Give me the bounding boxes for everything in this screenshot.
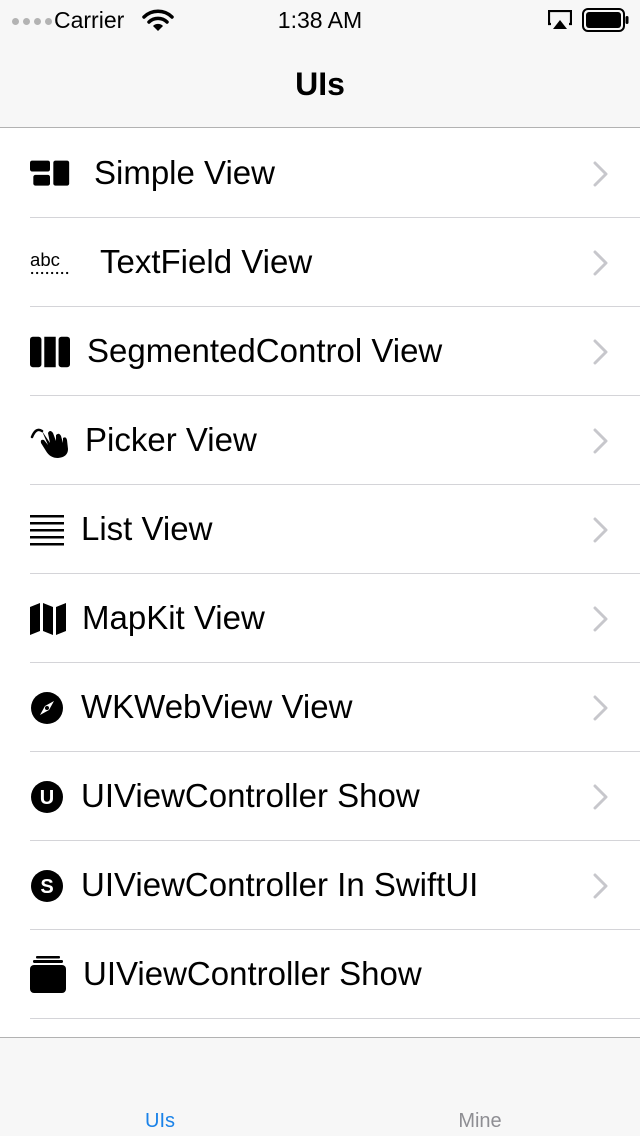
chevron-right-icon xyxy=(593,695,608,721)
list-item-label: SegmentedControl View xyxy=(87,332,443,369)
chevron-right-icon xyxy=(593,873,608,899)
chevron-right-icon xyxy=(593,517,608,543)
list-item-mapkit-view[interactable]: MapKit View xyxy=(0,574,640,663)
textformat-abc-icon: abc xyxy=(30,244,70,282)
rectangle-3-group-icon xyxy=(30,155,70,193)
s-circle-icon: S xyxy=(30,867,70,905)
list-item-picker-view[interactable]: Picker View xyxy=(0,396,640,485)
list-item-uiviewcontroller-in-swiftui[interactable]: S UIViewController In SwiftUI xyxy=(0,841,640,930)
page-title: UIs xyxy=(295,66,345,102)
list-item-label: Simple View xyxy=(94,154,275,191)
rectangle-stack-icon xyxy=(30,956,70,994)
text-justify-icon xyxy=(30,511,70,549)
svg-text:abc: abc xyxy=(30,249,60,270)
chevron-right-icon xyxy=(593,250,608,276)
u-circle-icon: U xyxy=(30,778,70,816)
safari-compass-icon xyxy=(30,689,70,727)
list-item-uiviewcontroller-show-2[interactable]: UIViewController Show xyxy=(0,930,640,1019)
status-time: 1:38 AM xyxy=(277,7,363,33)
rectangle-split-3x1-icon xyxy=(30,333,70,371)
tab-label: UIs xyxy=(145,1110,175,1132)
hand-draw-icon xyxy=(30,422,70,460)
list-item-label: Picker View xyxy=(85,421,257,458)
tab-label: Mine xyxy=(458,1110,502,1132)
chevron-right-icon xyxy=(593,606,608,632)
list-item-label: UIViewController Show xyxy=(81,777,420,814)
list-item-list-view[interactable]: List View xyxy=(0,485,640,574)
chevron-right-icon xyxy=(593,784,608,810)
chevron-right-icon xyxy=(593,339,608,365)
svg-text:S: S xyxy=(40,876,53,898)
list-item-segmentedcontrol-view[interactable]: SegmentedControl View xyxy=(0,307,640,396)
map-icon xyxy=(30,600,70,638)
list-item-simple-view[interactable]: Simple View xyxy=(0,129,640,218)
list-item-label: UIViewController Show xyxy=(83,955,422,992)
chevron-right-icon xyxy=(593,428,608,454)
list-item-label: UIViewController In SwiftUI xyxy=(81,866,479,903)
list-item-wkwebview-view[interactable]: WKWebView View xyxy=(0,663,640,752)
list-item-label: TextField View xyxy=(100,243,313,280)
airplay-icon xyxy=(548,10,572,29)
tab-uis[interactable]: UIs xyxy=(0,1038,320,1137)
list-item-label: WKWebView View xyxy=(81,688,353,725)
status-bar: Carrier 1:38 AM xyxy=(0,0,640,40)
list-item-uiviewcontroller-show[interactable]: U UIViewController Show xyxy=(0,752,640,841)
list-item-label: MapKit View xyxy=(82,599,265,636)
list-item-label: List View xyxy=(81,510,213,547)
navigation-bar: UIs xyxy=(0,40,640,128)
chevron-right-icon xyxy=(593,161,608,187)
ui-list: Simple View abc TextField View Segmented… xyxy=(0,129,640,1019)
tab-bar: UIs Mine xyxy=(0,1037,640,1136)
tab-mine[interactable]: Mine xyxy=(320,1038,640,1137)
svg-text:U: U xyxy=(40,787,54,809)
list-item-textfield-view[interactable]: abc TextField View xyxy=(0,218,640,307)
battery-icon xyxy=(582,8,629,32)
